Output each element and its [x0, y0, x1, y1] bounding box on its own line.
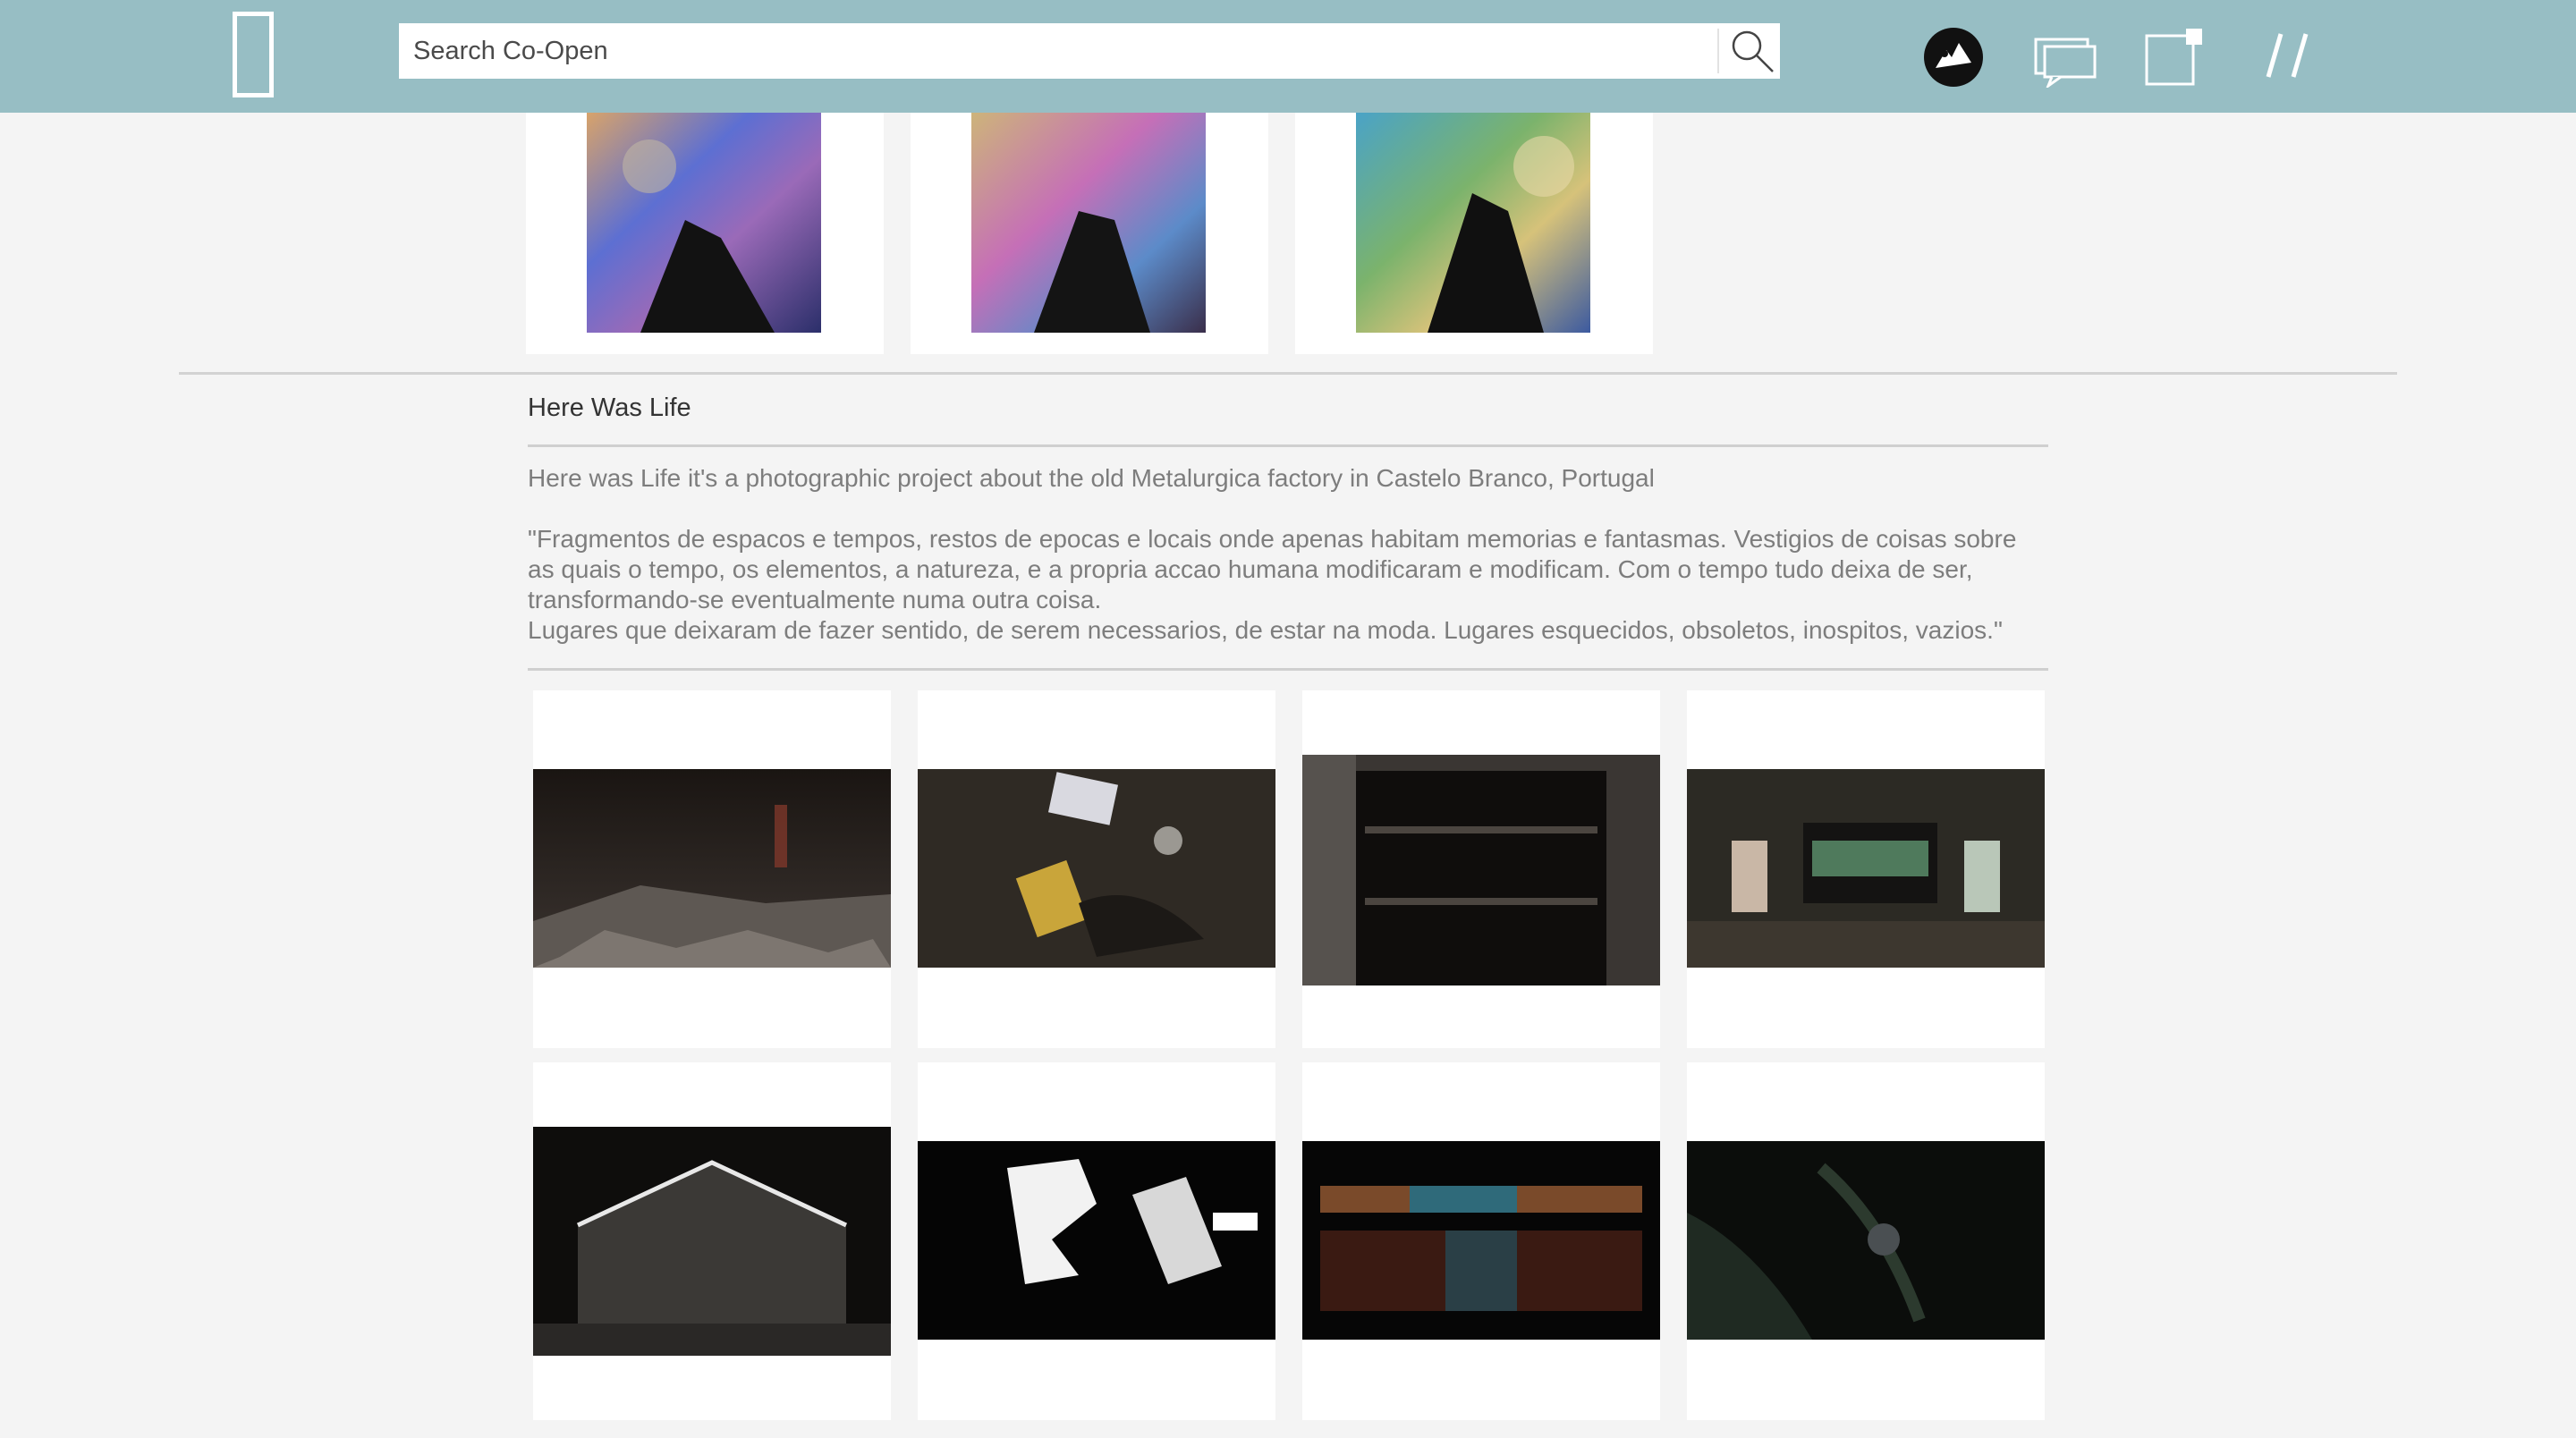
menu-icon[interactable]	[2263, 30, 2315, 80]
thumbnail-card[interactable]	[1295, 113, 1653, 354]
quote-paragraph: "Fragmentos de espacos e tempos, restos …	[528, 525, 2017, 613]
text-divider	[528, 668, 2048, 671]
gallery-card[interactable]	[1302, 690, 1660, 1048]
quote-paragraph: Lugares que deixaram de fazer sentido, d…	[528, 616, 2003, 644]
gallery-card[interactable]	[918, 690, 1275, 1048]
chat-icon[interactable]	[2034, 34, 2097, 88]
search-input[interactable]	[399, 23, 1705, 79]
new-post-icon[interactable]	[2145, 27, 2204, 86]
top-navigation-bar	[0, 0, 2576, 113]
logo-icon[interactable]	[233, 12, 274, 97]
thumbnail-image[interactable]	[971, 113, 1206, 333]
search-icon[interactable]	[1728, 27, 1776, 75]
thumbnail-image[interactable]	[1356, 113, 1590, 333]
search-divider	[1717, 29, 1719, 73]
title-divider	[528, 444, 2048, 447]
section-divider	[179, 372, 2397, 375]
search-bar	[399, 23, 1780, 79]
avatar-icon[interactable]	[1923, 27, 1984, 88]
gallery-card[interactable]	[1302, 1062, 1660, 1420]
project-quote: "Fragmentos de espacos e tempos, restos …	[528, 524, 2048, 646]
thumbnail-image[interactable]	[587, 113, 821, 333]
gallery-image[interactable]	[918, 769, 1275, 968]
gallery-image[interactable]	[533, 769, 891, 968]
thumbnail-card[interactable]	[911, 113, 1268, 354]
gallery-card[interactable]	[533, 690, 891, 1048]
project-description: Here was Life it's a photographic projec…	[528, 464, 1655, 492]
gallery-image[interactable]	[533, 1127, 891, 1356]
gallery-card[interactable]	[533, 1062, 891, 1420]
gallery-card[interactable]	[1687, 1062, 2045, 1420]
gallery-image[interactable]	[1302, 1141, 1660, 1340]
gallery-card[interactable]	[1687, 690, 2045, 1048]
gallery-image[interactable]	[1687, 1141, 2045, 1340]
project-title: Here Was Life	[528, 393, 691, 422]
gallery-card[interactable]	[918, 1062, 1275, 1420]
gallery-image[interactable]	[1302, 755, 1660, 985]
thumbnail-card[interactable]	[526, 113, 884, 354]
gallery-image[interactable]	[918, 1141, 1275, 1340]
gallery-image[interactable]	[1687, 769, 2045, 968]
